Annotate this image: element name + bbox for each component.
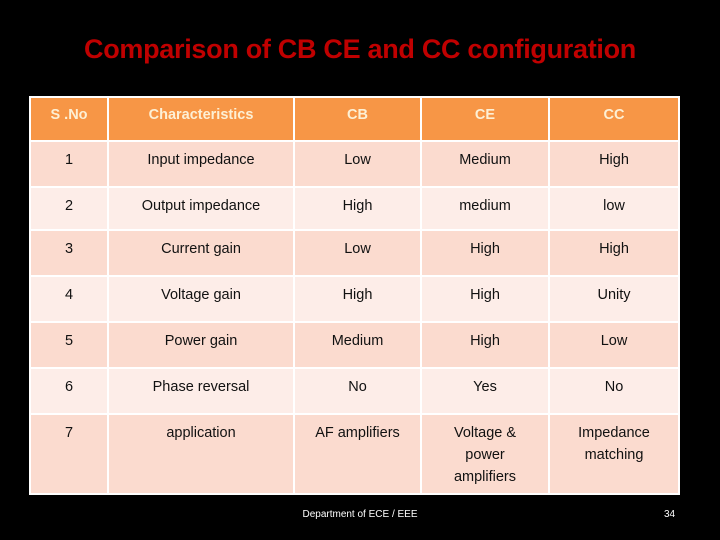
table-row: 3 Current gain Low High High (29, 229, 680, 277)
slide-title: Comparison of CB CE and CC configuration (84, 34, 636, 64)
cell-characteristic: Phase reversal (107, 367, 295, 415)
table-row: 2 Output impedance High medium low (29, 186, 680, 231)
cell-sno: 6 (29, 367, 109, 415)
cell-cc: High (548, 140, 680, 188)
cell-characteristic: Input impedance (107, 140, 295, 188)
comparison-table-container: S .No Characteristics CB CE CC 1 Input i… (29, 96, 680, 495)
cell-cc: low (548, 186, 680, 231)
cell-characteristic: application (107, 413, 295, 495)
cell-characteristic: Voltage gain (107, 275, 295, 323)
cell-cc: Impedance matching (548, 413, 680, 495)
cell-cc: Unity (548, 275, 680, 323)
cell-ce: High (420, 229, 550, 277)
cell-characteristic: Output impedance (107, 186, 295, 231)
cell-characteristic: Current gain (107, 229, 295, 277)
table-row: 4 Voltage gain High High Unity (29, 275, 680, 323)
cell-cb: Medium (293, 321, 422, 369)
cell-sno: 2 (29, 186, 109, 231)
page-number: 34 (664, 509, 676, 520)
header-ce: CE (420, 96, 550, 142)
cell-ce: Medium (420, 140, 550, 188)
cell-sno: 3 (29, 229, 109, 277)
cell-cb: Low (293, 140, 422, 188)
cell-cc: Low (548, 321, 680, 369)
cell-ce: High (420, 275, 550, 323)
cell-cb: No (293, 367, 422, 415)
table-row: 6 Phase reversal No Yes No (29, 367, 680, 415)
cell-ce: High (420, 321, 550, 369)
header-cb: CB (293, 96, 422, 142)
cell-ce: Yes (420, 367, 550, 415)
cell-cc: No (548, 367, 680, 415)
cell-cb: AF amplifiers (293, 413, 422, 495)
header-sno: S .No (29, 96, 109, 142)
table-row: 5 Power gain Medium High Low (29, 321, 680, 369)
table-row: 7 application AF amplifiers Voltage & po… (29, 413, 680, 495)
cell-sno: 7 (29, 413, 109, 495)
header-cc: CC (548, 96, 680, 142)
cell-cb: Low (293, 229, 422, 277)
cell-cc: High (548, 229, 680, 277)
header-characteristics: Characteristics (107, 96, 295, 142)
cell-characteristic: Power gain (107, 321, 295, 369)
cell-ce: Voltage & power amplifiers (420, 413, 550, 495)
cell-cb: High (293, 186, 422, 231)
slide-footer: Department of ECE / EEE (302, 509, 418, 520)
cell-ce: medium (420, 186, 550, 231)
cell-sno: 5 (29, 321, 109, 369)
cell-sno: 4 (29, 275, 109, 323)
table-header-row: S .No Characteristics CB CE CC (29, 96, 680, 142)
comparison-table: S .No Characteristics CB CE CC 1 Input i… (29, 96, 680, 495)
table-row: 1 Input impedance Low Medium High (29, 140, 680, 188)
cell-cb: High (293, 275, 422, 323)
cell-sno: 1 (29, 140, 109, 188)
